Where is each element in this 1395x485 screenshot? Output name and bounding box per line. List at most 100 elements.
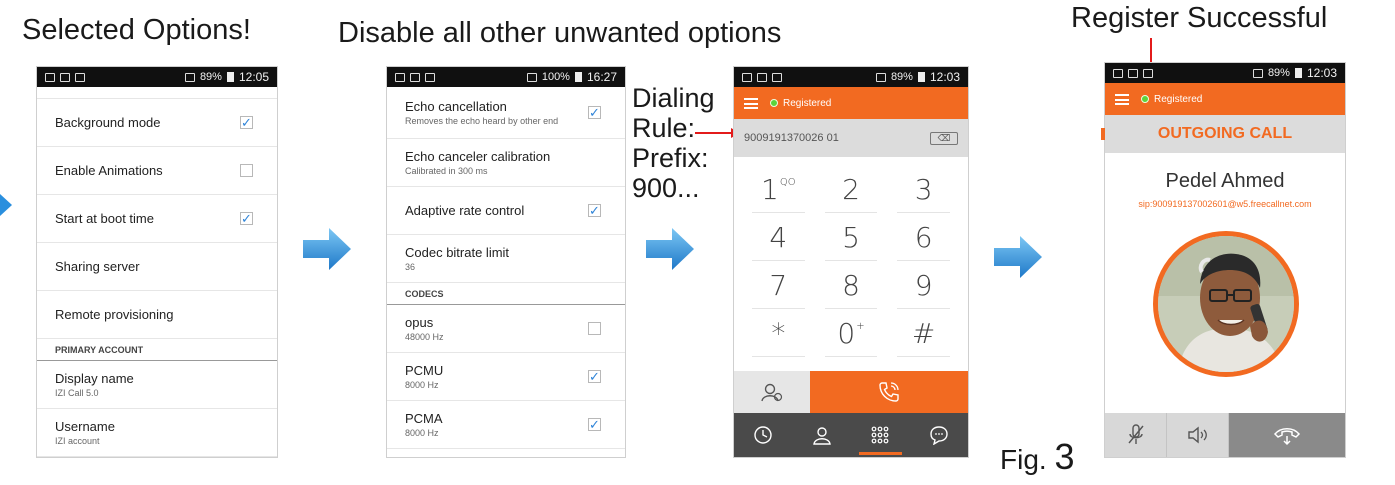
wifi-icon — [1252, 68, 1263, 78]
setting-value: 8000 Hz — [405, 380, 439, 390]
key-digit: 8 — [842, 269, 860, 302]
key-7[interactable]: 7 — [752, 263, 805, 309]
key-hash[interactable]: # — [897, 311, 950, 357]
setting-label: Sharing server — [55, 259, 140, 274]
setting-description: Calibrated in 300 ms — [405, 166, 488, 176]
dialed-number: 9009191370026 01 — [744, 132, 839, 144]
key-4[interactable]: 4 — [752, 215, 805, 261]
key-subscript: + — [856, 321, 865, 332]
key-5[interactable]: 5 — [824, 215, 878, 261]
dialer-action-row — [734, 371, 968, 413]
orange-edge-fragment — [1101, 128, 1105, 140]
arrow-icon-1 — [303, 228, 351, 270]
setting-label: PCMA — [405, 411, 443, 426]
setting-username[interactable]: Username IZI account — [37, 409, 277, 457]
phone-call-icon — [879, 382, 899, 402]
menu-icon[interactable] — [744, 97, 758, 109]
key-digit: # — [911, 317, 936, 350]
tab-contacts[interactable] — [793, 413, 852, 457]
list-top-spacer — [37, 87, 277, 99]
status-bar: 89% 12:03 — [734, 67, 968, 87]
tab-dialpad[interactable] — [851, 413, 910, 457]
tab-chat[interactable] — [910, 413, 969, 457]
battery-icon — [917, 72, 925, 82]
setting-display-name[interactable]: Display name IZI Call 5.0 — [37, 361, 277, 409]
registration-status: Registered — [1154, 93, 1203, 105]
dialing-rule-caption: Dialing Rule: Prefix: 900... — [632, 83, 715, 203]
setting-label: Echo cancellation — [405, 99, 507, 114]
setting-codec-bitrate-limit[interactable]: Codec bitrate limit 36 — [387, 235, 625, 283]
setting-enable-animations[interactable]: Enable Animations — [37, 147, 277, 195]
key-8[interactable]: 8 — [824, 263, 878, 309]
battery-percent: 89% — [890, 71, 913, 83]
checkbox-checked[interactable]: ✓ — [240, 115, 253, 129]
setting-sharing-server[interactable]: Sharing server — [37, 243, 277, 291]
caller-photo — [1158, 236, 1294, 372]
arrow-icon-partial — [0, 194, 12, 216]
setting-label: Enable Animations — [55, 163, 163, 178]
key-9[interactable]: 9 — [897, 263, 950, 309]
battery-percent: 89% — [1267, 67, 1290, 79]
speaker-button[interactable] — [1167, 413, 1229, 457]
usb-icon — [60, 72, 70, 82]
dialing-rule-line-1: Dialing — [632, 83, 715, 113]
phone-settings-1: 89% 12:05 Background mode ✓ Enable Animati… — [36, 66, 278, 458]
checkbox-checked[interactable]: ✓ — [588, 369, 601, 383]
phone-dialer: 89% 12:03 Registered 9009191370026 01 ⌫ 1… — [733, 66, 969, 458]
setting-background-mode[interactable]: Background mode ✓ — [37, 99, 277, 147]
caller-sip-address: sip:900919137002601@w5.freecallnet.com — [1138, 199, 1312, 209]
key-0[interactable]: 0 + — [824, 311, 878, 357]
key-2[interactable]: 2 — [824, 167, 878, 213]
dialing-rule-line-3: Prefix: — [632, 143, 709, 173]
speaker-icon — [1187, 426, 1207, 444]
checkbox-unchecked[interactable] — [240, 163, 253, 177]
setting-adaptive-rate-control[interactable]: Adaptive rate control ✓ — [387, 187, 625, 235]
registered-status-icon — [1141, 95, 1149, 103]
wifi-icon — [875, 72, 886, 82]
checkbox-checked[interactable]: ✓ — [588, 203, 601, 217]
microphone-muted-icon — [1127, 424, 1144, 444]
checkbox-checked[interactable]: ✓ — [588, 417, 601, 431]
clock-icon — [754, 426, 772, 444]
add-contact-icon — [761, 383, 783, 402]
setting-value: 36 — [405, 262, 416, 272]
setting-echo-cancellation[interactable]: Echo cancellation Removes the echo heard … — [387, 87, 625, 139]
codec-pcma[interactable]: PCMA 8000 Hz ✓ — [387, 401, 625, 449]
checkbox-unchecked[interactable] — [588, 321, 601, 335]
key-digit: 0 — [837, 317, 856, 350]
setting-remote-provisioning[interactable]: Remote provisioning — [37, 291, 277, 339]
checkbox-checked[interactable]: ✓ — [240, 211, 253, 225]
registered-status-icon — [770, 99, 778, 107]
call-button[interactable] — [810, 371, 968, 413]
key-digit: 6 — [914, 221, 933, 254]
backspace-icon[interactable]: ⌫ — [930, 131, 958, 145]
wifi-icon — [184, 72, 195, 82]
key-6[interactable]: 6 — [897, 215, 950, 261]
mute-button[interactable] — [1105, 413, 1167, 457]
checkbox-checked[interactable]: ✓ — [588, 105, 601, 119]
codec-pcmu[interactable]: PCMU 8000 Hz ✓ — [387, 353, 625, 401]
image-icon — [75, 72, 85, 82]
setting-value: 8000 Hz — [405, 428, 439, 438]
codec-opus[interactable]: opus 48000 Hz — [387, 305, 625, 353]
menu-icon[interactable] — [1115, 93, 1129, 105]
tab-history[interactable] — [734, 413, 793, 457]
setting-start-at-boot[interactable]: Start at boot time ✓ — [37, 195, 277, 243]
setting-echo-canceler-calibration[interactable]: Echo canceler calibration Calibrated in 3… — [387, 139, 625, 187]
figure-number: 3 — [1054, 436, 1075, 477]
key-digit: 3 — [914, 173, 933, 206]
hang-up-button[interactable] — [1229, 413, 1345, 457]
mail-icon — [1113, 68, 1123, 78]
dial-number-field[interactable]: 9009191370026 01 ⌫ — [734, 119, 968, 157]
caller-name: Pedel Ahmed — [1165, 170, 1285, 192]
key-star[interactable]: * — [752, 311, 805, 357]
usb-icon — [395, 72, 405, 82]
registration-status: Registered — [783, 97, 832, 109]
battery-percent: 100% — [541, 71, 570, 83]
key-3[interactable]: 3 — [897, 167, 950, 213]
dialer-tab-bar — [734, 413, 968, 457]
setting-label: Remote provisioning — [55, 307, 174, 322]
key-digit: 9 — [914, 269, 933, 302]
add-contact-button[interactable] — [734, 371, 810, 413]
key-1[interactable]: 1 QO — [752, 167, 805, 213]
